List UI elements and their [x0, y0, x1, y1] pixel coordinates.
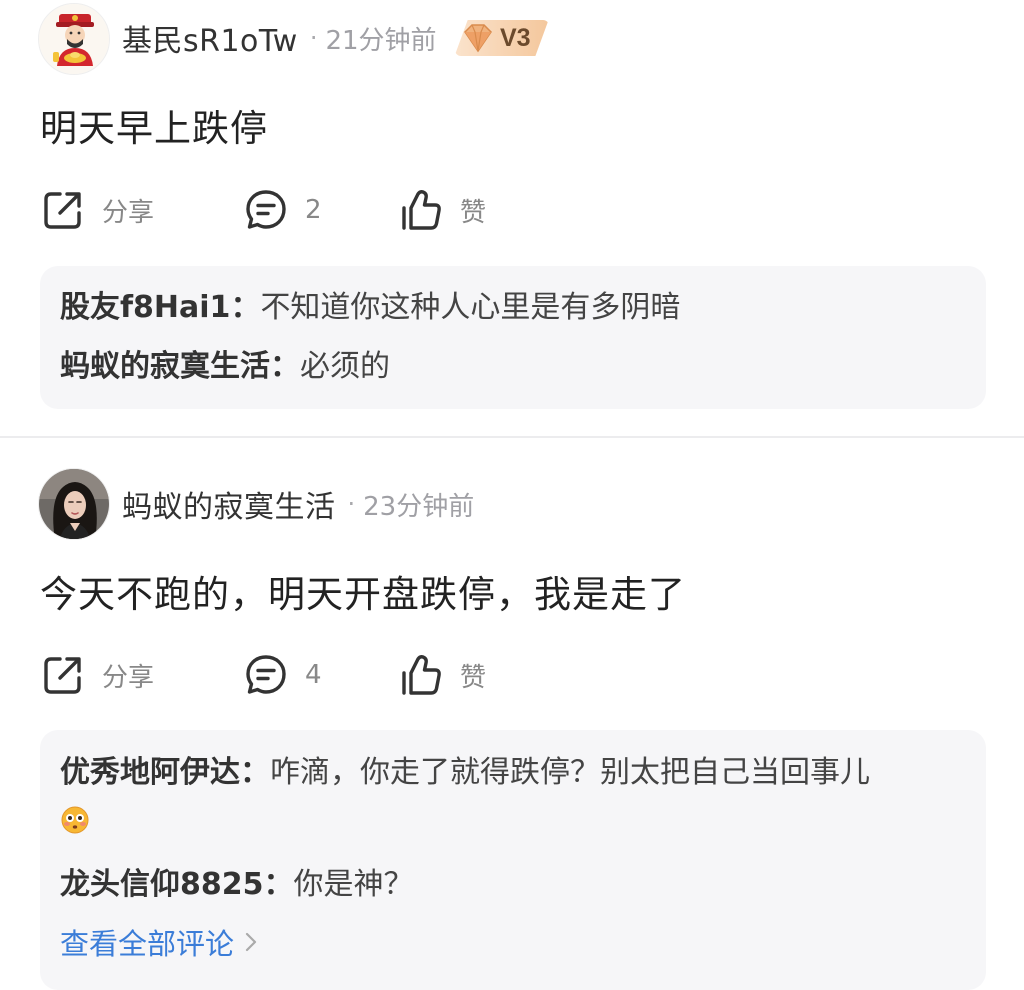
post-card: 蚂蚁的寂寞生活 · 23分钟前 今天不跑的，明天开盘跌停，我是走了 分享 4 赞…	[0, 436, 1024, 990]
reply-text: 你是神？	[293, 867, 414, 902]
like-label: 赞	[460, 197, 487, 228]
badge-text: V3	[499, 23, 531, 52]
share-icon	[44, 657, 81, 694]
reply-item[interactable]: 优秀地阿伊达：咋滴，你走了就得跌停？别太把自己当回事儿	[60, 752, 966, 794]
share-label: 分享	[102, 662, 155, 693]
separator-dot: ·	[309, 24, 318, 52]
author-name[interactable]: 基民sR1oTw	[122, 16, 298, 60]
post-card: 基民sR1oTw · 21分钟前 V3 明天早上跌停 分享 2 赞 股友f8Ha…	[0, 0, 1024, 438]
comment-button[interactable]: 4	[243, 650, 322, 700]
like-icon	[402, 655, 441, 695]
separator-dot: ·	[347, 490, 356, 518]
comment-count: 4	[305, 660, 322, 690]
action-bar: 分享 2 赞	[40, 185, 640, 235]
post-time: 23分钟前	[363, 491, 475, 522]
avatar[interactable]	[38, 3, 110, 75]
reply-colon: ：	[230, 290, 261, 325]
reply-author[interactable]: 龙头信仰8825	[60, 867, 264, 902]
comment-icon	[246, 655, 286, 694]
author-line: 蚂蚁的寂寞生活 · 23分钟前	[122, 482, 474, 526]
reply-colon: ：	[270, 349, 300, 384]
view-all-label: 查看全部评论	[60, 927, 235, 961]
gem-icon	[463, 24, 492, 53]
reply-text: 必须的	[300, 349, 390, 384]
post-time: 21分钟前	[325, 25, 437, 56]
reply-item[interactable]: 蚂蚁的寂寞生活：必须的	[60, 346, 966, 388]
reply-text: 不知道你这种人心里是有多阴暗	[260, 290, 681, 325]
reply-author[interactable]: 蚂蚁的寂寞生活	[60, 349, 270, 384]
like-button[interactable]: 赞	[398, 185, 486, 235]
like-button[interactable]: 赞	[398, 650, 486, 700]
reply-author[interactable]: 股友f8Hai1	[60, 290, 230, 325]
reply-item[interactable]: 龙头信仰8825：你是神？	[60, 864, 966, 906]
reply-preview[interactable]: 优秀地阿伊达：咋滴，你走了就得跌停？别太把自己当回事儿 龙头信仰8825：你是神…	[40, 730, 986, 990]
post-content: 今天不跑的，明天开盘跌停，我是走了	[40, 573, 686, 616]
share-label: 分享	[102, 197, 155, 228]
chevron-right-icon	[245, 932, 257, 952]
view-all-comments-link[interactable]: 查看全部评论	[60, 921, 258, 963]
god-of-wealth-icon	[39, 4, 109, 74]
level-badge: V3	[454, 20, 549, 56]
reply-colon: ：	[240, 755, 270, 790]
like-icon	[402, 190, 441, 230]
comment-icon	[246, 190, 286, 229]
share-button[interactable]: 分享	[40, 185, 154, 235]
post-content: 明天早上跌停	[40, 107, 268, 150]
action-bar: 分享 4 赞	[40, 650, 640, 700]
woman-photo-icon	[39, 469, 109, 539]
like-label: 赞	[460, 662, 487, 693]
comment-button[interactable]: 2	[243, 185, 322, 235]
reply-text: 咋滴，你走了就得跌停？别太把自己当回事儿	[270, 755, 870, 790]
reply-colon: ：	[263, 867, 294, 902]
author-line: 基民sR1oTw · 21分钟前 V3	[122, 16, 549, 60]
share-icon	[44, 192, 81, 229]
share-button[interactable]: 分享	[40, 650, 154, 700]
reply-preview[interactable]: 股友f8Hai1：不知道你这种人心里是有多阴暗 蚂蚁的寂寞生活：必须的	[40, 266, 986, 409]
author-name[interactable]: 蚂蚁的寂寞生活	[122, 482, 336, 526]
flushed-face-emoji-icon	[60, 805, 90, 839]
reply-item[interactable]: 股友f8Hai1：不知道你这种人心里是有多阴暗	[60, 287, 966, 329]
reply-author[interactable]: 优秀地阿伊达	[60, 755, 240, 790]
comment-count: 2	[305, 195, 322, 225]
avatar[interactable]	[38, 468, 110, 540]
